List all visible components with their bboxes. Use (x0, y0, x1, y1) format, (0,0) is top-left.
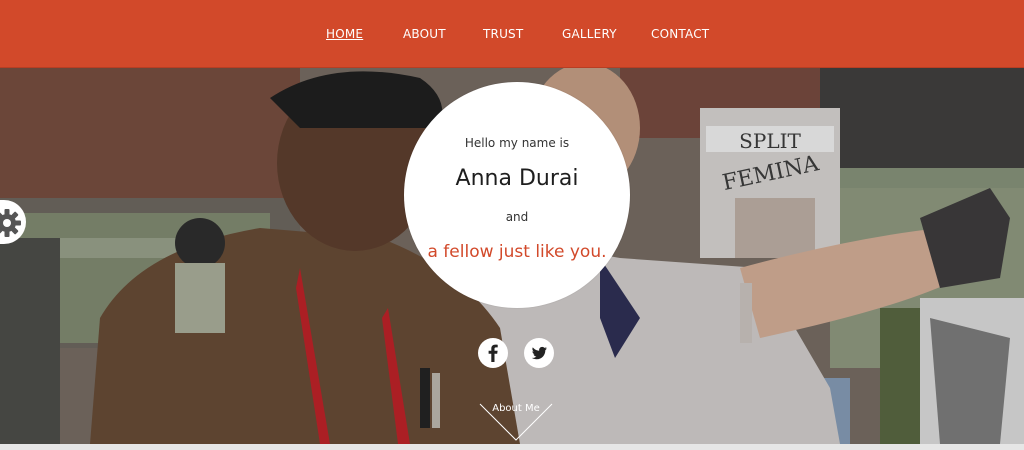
top-navigation: HOME ABOUT TRUST GALLERY CONTACT (0, 0, 1024, 68)
connector-text: and (505, 210, 529, 224)
nav-trust[interactable]: TRUST (483, 27, 523, 41)
greeting-text: Hello my name is (464, 136, 570, 150)
person-name: Anna Durai (455, 166, 579, 191)
intro-circle: Hello my name is Anna Durai and a fellow… (404, 82, 630, 308)
tagline-text: a fellow just like you. (427, 242, 607, 262)
facebook-link[interactable] (478, 338, 508, 368)
twitter-link[interactable] (524, 338, 554, 368)
twitter-icon (531, 346, 547, 360)
hero-section: SPLIT FEMINA Hello my name is Anna Durai… (0, 68, 1024, 444)
nav-home[interactable]: HOME (326, 27, 363, 41)
about-me-label: About Me (492, 403, 540, 414)
nav-contact[interactable]: CONTACT (651, 27, 709, 41)
facebook-icon (488, 344, 498, 362)
about-me-scroll[interactable]: About Me (478, 402, 554, 444)
bottom-strip (0, 444, 1024, 450)
gear-icon (0, 209, 21, 237)
nav-about[interactable]: ABOUT (403, 27, 446, 41)
nav-gallery[interactable]: GALLERY (562, 27, 617, 41)
